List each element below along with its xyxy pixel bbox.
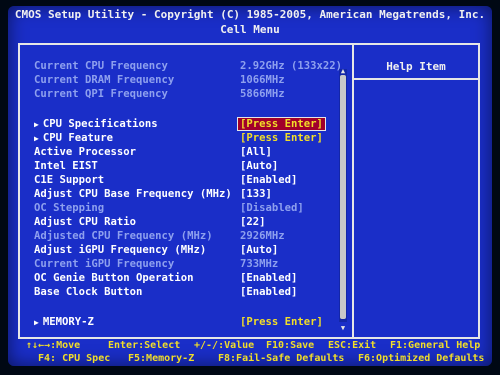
key-f8: F8:Fail-Safe Defaults [218, 353, 345, 364]
setting-cpu-base-frequency[interactable]: Adjust CPU Base Frequency (MHz) [133] [34, 187, 334, 201]
scrollbar-thumb[interactable] [340, 75, 346, 319]
key-esc: ESC:Exit [328, 340, 377, 351]
key-f6: F6:Optimized Defaults [358, 353, 485, 364]
key-legend: ↑↓←→:Move Enter:Select +/-/:Value F10:Sa… [18, 338, 484, 366]
setting-value[interactable]: [All] [240, 145, 272, 159]
setting-label: Intel EIST [34, 160, 98, 172]
setting-value[interactable]: [Enabled] [240, 173, 297, 187]
key-enter: Enter:Select [108, 340, 181, 351]
setting-label: Adjust CPU Base Frequency (MHz) [34, 188, 232, 200]
utility-title: CMOS Setup Utility - Copyright (C) 1985-… [14, 8, 486, 21]
setting-label: OC Stepping [34, 202, 105, 214]
info-label: Current QPI Frequency [34, 88, 168, 100]
key-f10: F10:Save [266, 340, 315, 351]
key-move: ↑↓←→:Move [26, 340, 81, 351]
help-divider [354, 78, 478, 80]
setting-oc-stepping: OC Stepping [Disabled] [34, 201, 334, 215]
setting-label: Base Clock Button [34, 286, 143, 298]
setting-value-selected[interactable]: [Press Enter] [237, 117, 326, 131]
info-value: 1066MHz [240, 74, 285, 86]
setting-value[interactable]: [Enabled] [240, 285, 297, 299]
setting-current-igpu-frequency: Current iGPU Frequency 733MHz [34, 257, 334, 271]
panel-divider [352, 45, 354, 337]
scroll-down-arrow-icon[interactable]: ▼ [339, 324, 347, 332]
info-label: Current CPU Frequency [34, 60, 168, 72]
setting-value: [Disabled] [240, 202, 304, 214]
setting-value: 733MHz [240, 258, 279, 270]
setting-label: C1E Support [34, 174, 105, 186]
setting-active-processor[interactable]: Active Processor [All] [34, 145, 334, 159]
bios-screen: CMOS Setup Utility - Copyright (C) 1985-… [8, 6, 492, 366]
setting-intel-eist[interactable]: Intel EIST [Auto] [34, 159, 334, 173]
setting-label: Adjust CPU Ratio [34, 216, 137, 228]
info-cpu-frequency: Current CPU Frequency 2.92GHz (133x22) [34, 59, 342, 73]
setting-c1e-support[interactable]: C1E Support [Enabled] [34, 173, 334, 187]
setting-label: Adjusted CPU Frequency (MHz) [34, 230, 213, 242]
submenu-arrow-icon: ▶ [34, 318, 39, 327]
setting-igpu-frequency[interactable]: Adjust iGPU Frequency (MHz) [Auto] [34, 243, 334, 257]
setting-label: Active Processor [34, 146, 137, 158]
info-value: 5866MHz [240, 88, 285, 100]
setting-cpu-specifications[interactable]: ▶ CPU Specifications [Press Enter] [34, 117, 334, 131]
key-f1: F1:General Help [390, 340, 481, 351]
setting-value[interactable]: [Press Enter] [240, 131, 323, 145]
info-dram-frequency: Current DRAM Frequency 1066MHz [34, 73, 334, 87]
setting-value: 2926MHz [240, 230, 285, 242]
setting-value[interactable]: [Enabled] [240, 271, 297, 285]
setting-memory-z[interactable]: ▶ MEMORY-Z [Press Enter] [34, 315, 334, 329]
setting-label: Adjust iGPU Frequency (MHz) [34, 244, 207, 256]
setting-oc-genie-button[interactable]: OC Genie Button Operation [Enabled] [34, 271, 334, 285]
setting-adjusted-cpu-frequency: Adjusted CPU Frequency (MHz) 2926MHz [34, 229, 334, 243]
setting-value[interactable]: [Auto] [240, 159, 278, 173]
setting-label: CPU Feature [42, 132, 113, 144]
setting-label: CPU Specifications [42, 118, 158, 130]
setting-label: OC Genie Button Operation [34, 272, 194, 284]
info-label: Current DRAM Frequency [34, 74, 175, 86]
setting-value[interactable]: [133] [240, 187, 272, 201]
menu-title: Cell Menu [220, 23, 280, 36]
setting-label: MEMORY-Z [42, 316, 94, 328]
info-qpi-frequency: Current QPI Frequency 5866MHz [34, 87, 334, 101]
submenu-arrow-icon: ▶ [34, 134, 39, 143]
setting-cpu-ratio[interactable]: Adjust CPU Ratio [22] [34, 215, 334, 229]
submenu-arrow-icon: ▶ [34, 120, 39, 129]
help-title: Help Item [386, 60, 446, 73]
info-value: 2.92GHz (133x22) [240, 60, 343, 72]
scroll-up-arrow-icon[interactable]: ▲ [339, 67, 347, 75]
setting-cpu-feature[interactable]: ▶ CPU Feature [Press Enter] [34, 131, 334, 145]
setting-label: Current iGPU Frequency [34, 258, 175, 270]
setting-value[interactable]: [Press Enter] [240, 315, 323, 329]
key-f5: F5:Memory-Z [128, 353, 195, 364]
setting-value[interactable]: [Auto] [240, 243, 278, 257]
setting-value[interactable]: [22] [240, 215, 266, 229]
key-f4: F4: CPU Spec [38, 353, 111, 364]
settings-panel: Current CPU Frequency 2.92GHz (133x22) C… [18, 43, 480, 339]
setting-base-clock-button[interactable]: Base Clock Button [Enabled] [34, 285, 334, 299]
key-value: +/-/:Value [194, 340, 255, 351]
